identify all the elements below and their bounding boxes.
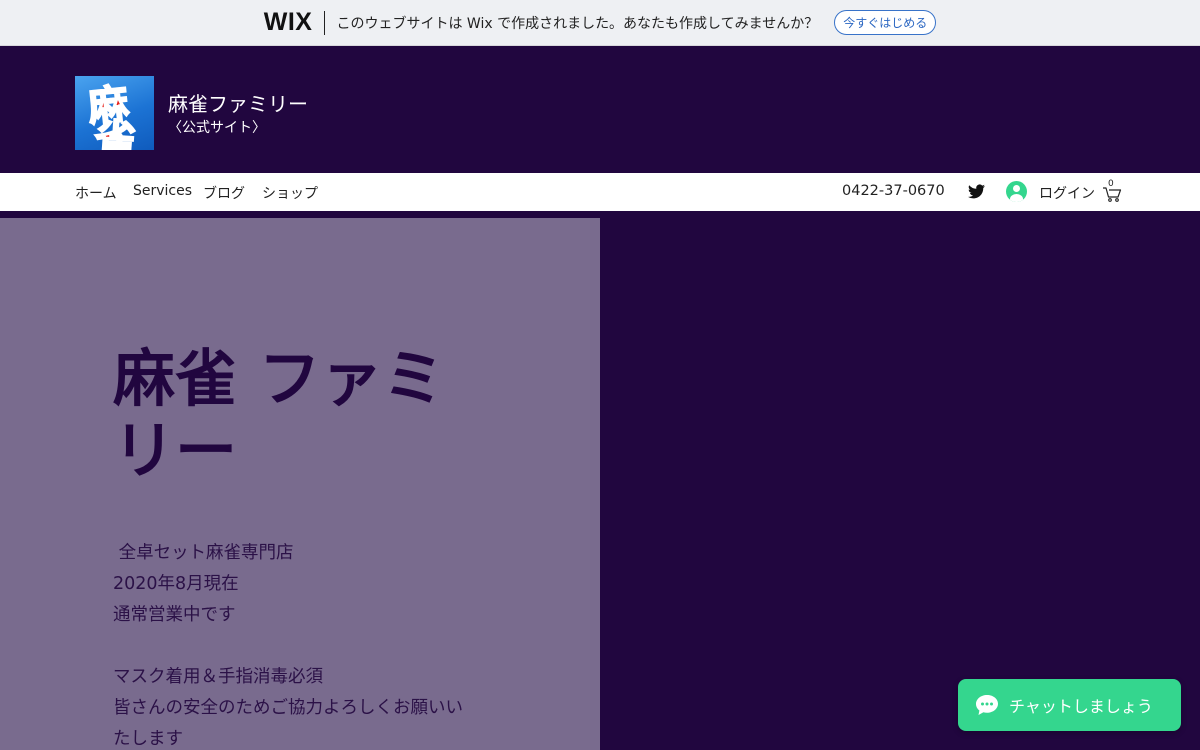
logo-char-2: 雀 bbox=[92, 114, 138, 150]
hero-text-line: たします bbox=[113, 729, 183, 749]
nav-item-services[interactable]: Services bbox=[133, 183, 192, 199]
user-avatar-icon[interactable] bbox=[1006, 181, 1027, 202]
hero-title: 麻雀 ファミ リー bbox=[113, 343, 513, 487]
main-nav: ホーム Services ブログ ショップ 0422-37-0670 ログイン … bbox=[0, 173, 1200, 211]
nav-item-shop[interactable]: ショップ bbox=[262, 183, 318, 203]
phone-number[interactable]: 0422-37-0670 bbox=[842, 183, 945, 199]
chat-button-label: チャットしましょう bbox=[1009, 697, 1153, 716]
nav-item-blog[interactable]: ブログ bbox=[203, 183, 245, 203]
hero-title-line-2: リー bbox=[113, 414, 238, 487]
hero-text-line: 通常営業中です bbox=[113, 605, 236, 625]
site-subtitle: 〈公式サイト〉 bbox=[168, 120, 266, 136]
hero-text-line: マスク着用＆手指消毒必須 bbox=[113, 667, 323, 687]
banner-divider bbox=[324, 10, 326, 35]
wix-logo[interactable]: WIX bbox=[264, 8, 313, 37]
cart-count-badge: 0 bbox=[1108, 179, 1114, 189]
wix-banner-message: このウェブサイトは Wix で作成されました。あなたも作成してみませんか？ bbox=[336, 15, 819, 32]
hero-text-line bbox=[113, 631, 513, 662]
hero-description: 全卓セット麻雀専門店 2020年8月現在 通常営業中です マスク着用＆手指消毒必… bbox=[113, 538, 513, 750]
chat-button[interactable]: チャットしましょう bbox=[958, 679, 1181, 731]
wix-start-button[interactable]: 今すぐはじめる bbox=[834, 10, 937, 35]
site-header: 麻 雀 麻雀ファミリー 〈公式サイト〉 bbox=[0, 46, 1200, 173]
wix-promo-banner: WIX このウェブサイトは Wix で作成されました。あなたも作成してみませんか… bbox=[0, 0, 1200, 46]
chat-bubble-icon bbox=[976, 695, 998, 715]
hero-title-line-1: 麻雀 ファミ bbox=[113, 342, 445, 415]
site-title[interactable]: 麻雀ファミリー bbox=[168, 88, 308, 117]
site-logo[interactable]: 麻 雀 bbox=[75, 76, 154, 150]
login-link[interactable]: ログイン bbox=[1039, 183, 1095, 203]
hero-panel: 麻雀 ファミ リー 全卓セット麻雀専門店 2020年8月現在 通常営業中です マ… bbox=[0, 218, 600, 750]
hero-text-line: 全卓セット麻雀専門店 bbox=[113, 543, 294, 563]
hero-text-line: 2020年8月現在 bbox=[113, 574, 239, 594]
hero-text-line: 皆さんの安全のためご協力よろしくお願いい bbox=[113, 698, 463, 718]
nav-item-home[interactable]: ホーム bbox=[75, 183, 117, 203]
twitter-icon[interactable] bbox=[968, 184, 985, 199]
